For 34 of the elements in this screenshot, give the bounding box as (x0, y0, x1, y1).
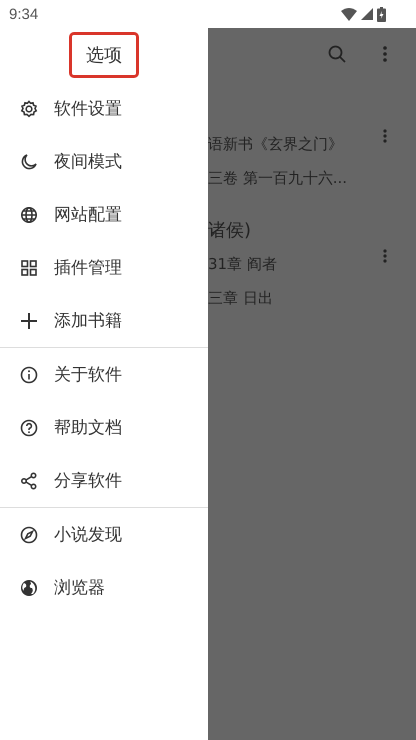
signal-icon (361, 8, 373, 20)
share-icon (20, 472, 38, 490)
more-icon[interactable] (383, 129, 387, 143)
clock: 9:34 (9, 6, 38, 22)
grid-icon (20, 258, 38, 276)
more-icon[interactable] (383, 46, 387, 62)
compass-icon (20, 526, 38, 544)
book-title: 诸侯) (208, 219, 252, 243)
menu-item[interactable]: 夜间模式 (0, 135, 208, 188)
info-icon (20, 366, 38, 384)
more-icon[interactable] (383, 249, 387, 263)
globe-icon (20, 206, 38, 224)
menu-item[interactable]: 添加书籍 (0, 294, 208, 347)
book-info: 31章 阎者 (208, 254, 278, 274)
menu-item[interactable]: 浏览器 (0, 561, 208, 614)
menu-item[interactable]: 帮助文档 (0, 401, 208, 454)
help-icon (20, 418, 38, 436)
drawer-title: 选项 (69, 32, 139, 78)
menu-item[interactable]: 分享软件 (0, 454, 208, 507)
plus-icon (20, 312, 38, 330)
settings-icon (20, 100, 38, 118)
search-icon[interactable] (328, 45, 346, 63)
book-info: 三章 日出 (208, 288, 274, 308)
menu-item[interactable]: 小说发现 (0, 508, 208, 561)
earth-icon (20, 578, 38, 596)
menu-item[interactable]: 插件管理 (0, 241, 208, 294)
menu-item[interactable]: 网站配置 (0, 188, 208, 241)
wifi-icon (341, 8, 357, 20)
moon-icon (20, 152, 38, 170)
book-info: 三卷 第一百九十六... (208, 168, 348, 188)
book-info: 语新书《玄界之门》 (208, 134, 344, 154)
battery-icon (377, 6, 386, 22)
menu-item[interactable]: 关于软件 (0, 348, 208, 401)
menu-item[interactable]: 软件设置 (0, 82, 208, 135)
